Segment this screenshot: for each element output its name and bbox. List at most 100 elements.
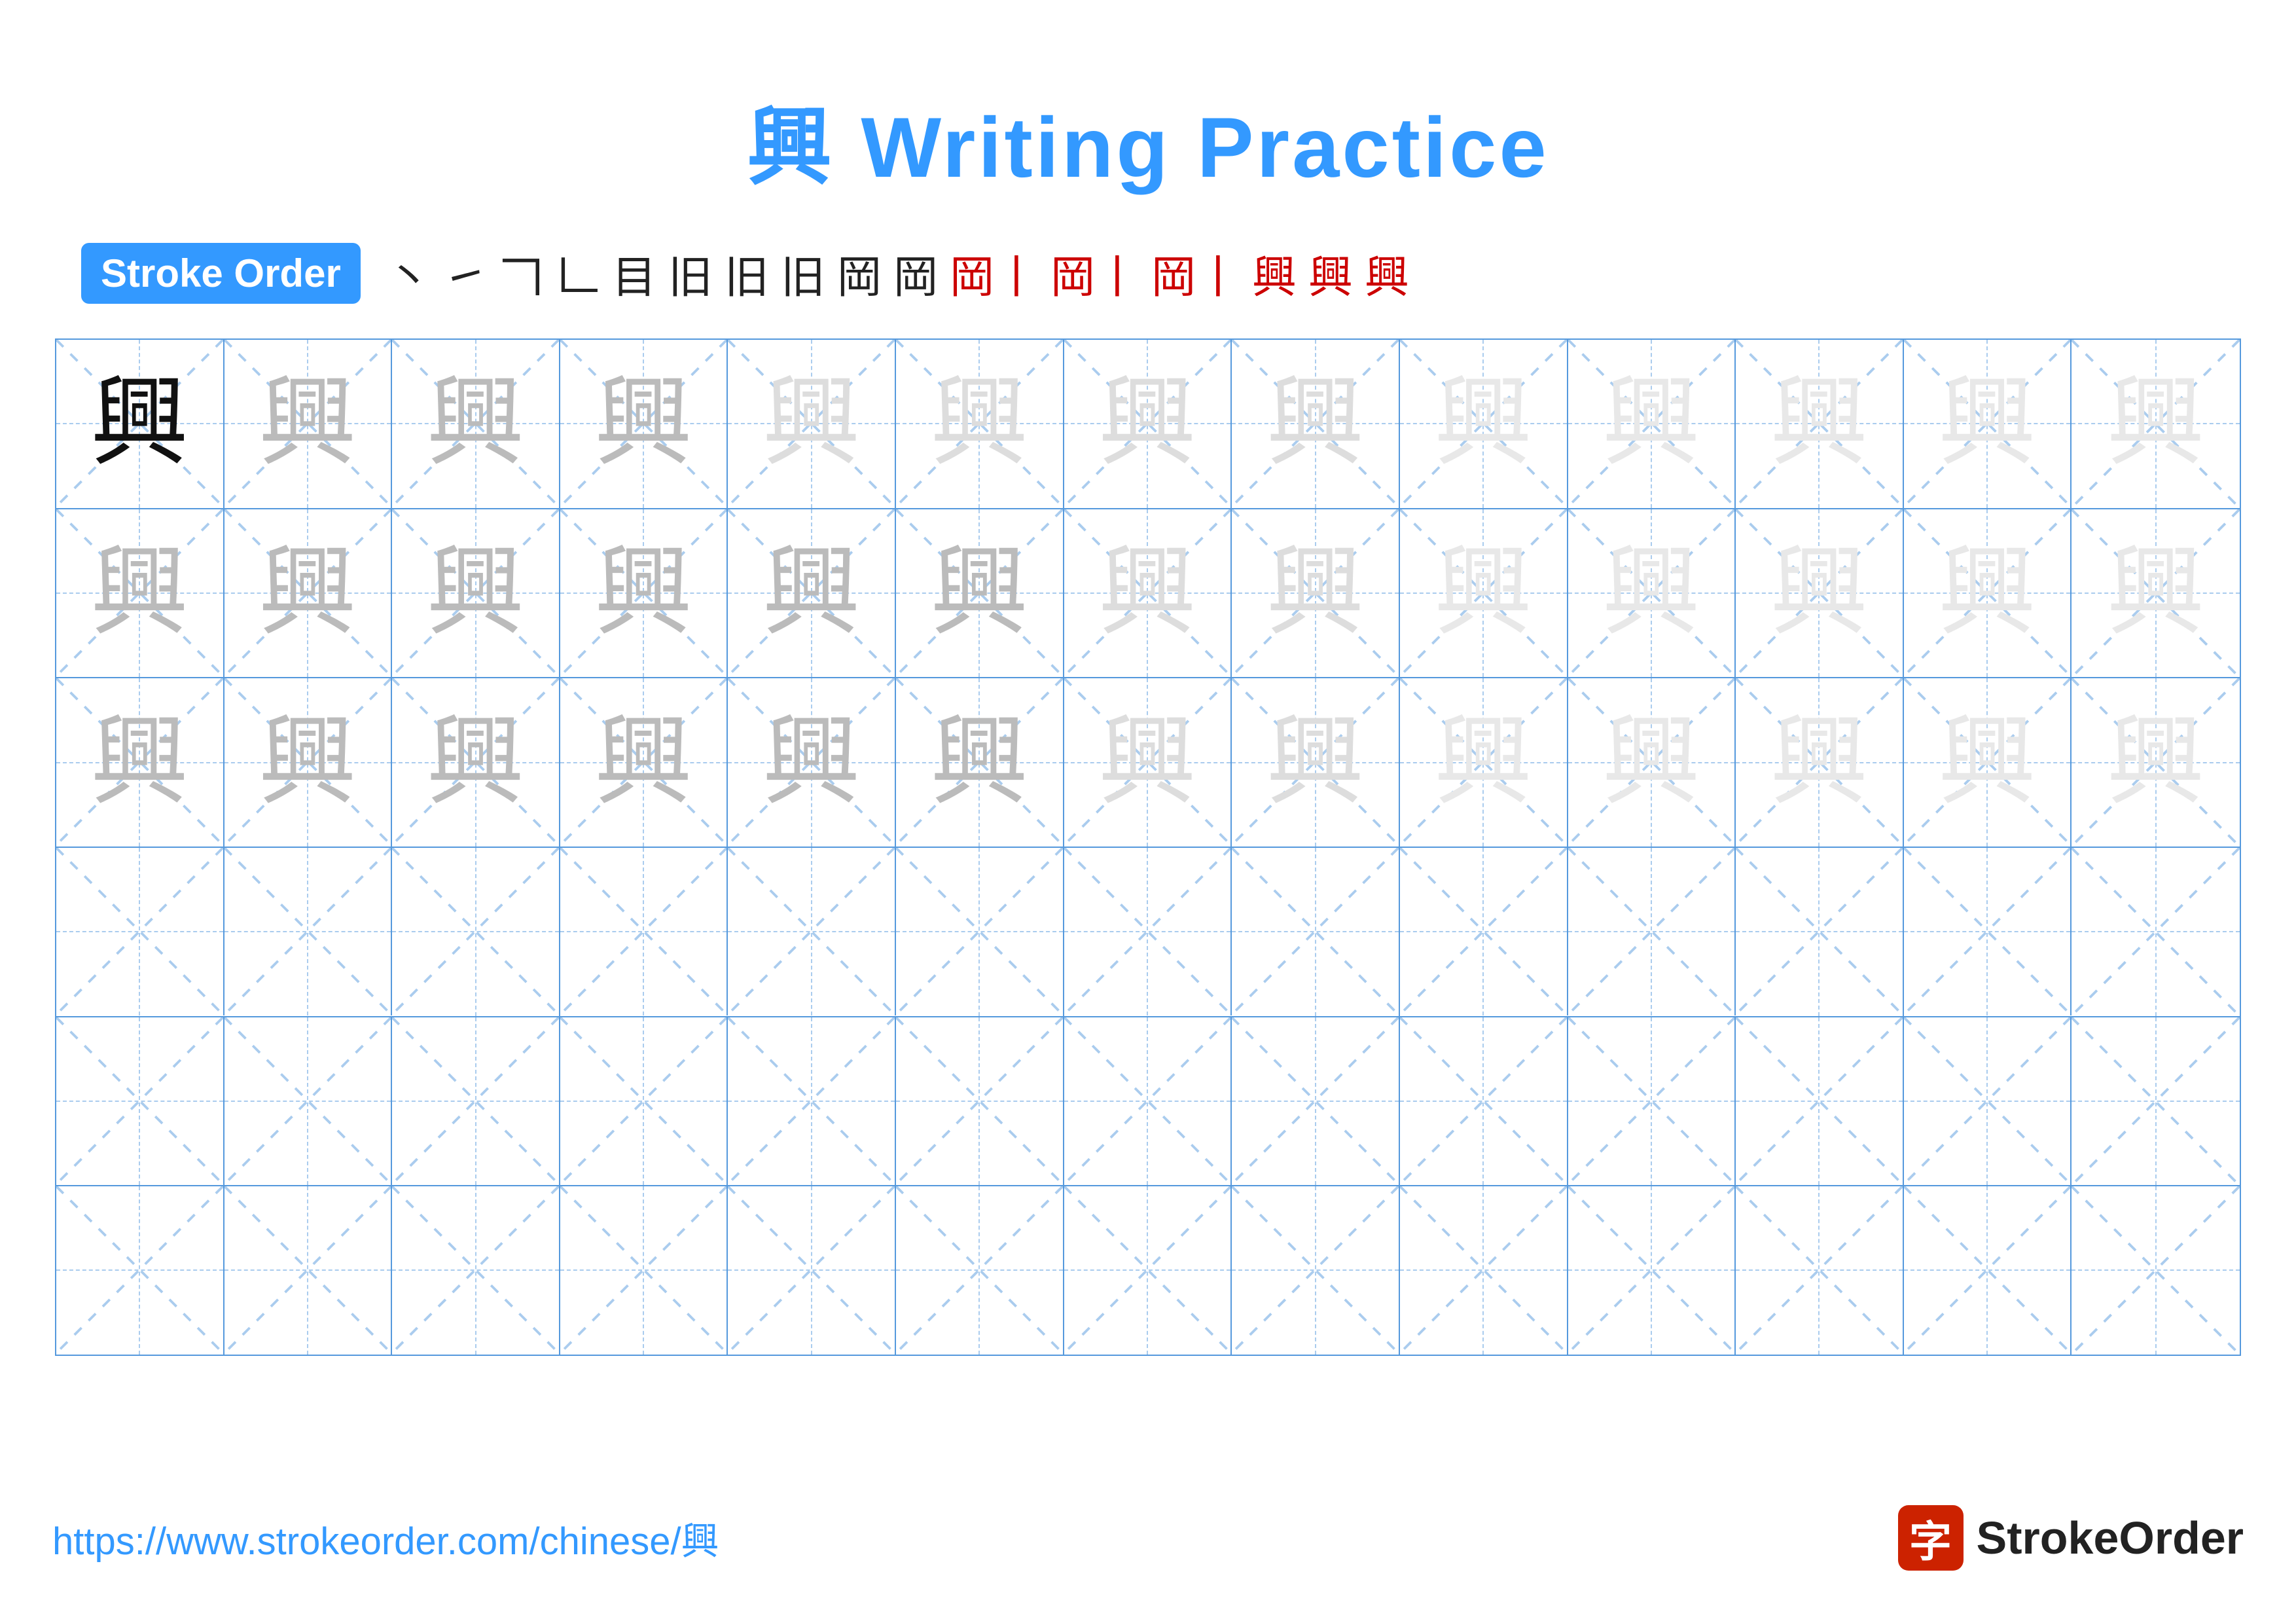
grid-cell[interactable] <box>1736 1186 1904 1355</box>
grid-cell[interactable] <box>224 1186 393 1355</box>
grid-cell[interactable]: 興 <box>1064 340 1232 508</box>
practice-char: 興 <box>594 544 692 642</box>
grid-cell[interactable] <box>224 848 393 1016</box>
grid-cell[interactable] <box>1064 1186 1232 1355</box>
grid-cell[interactable] <box>2072 1017 2240 1186</box>
grid-cell[interactable] <box>1232 1017 1400 1186</box>
stroke-step-8: 旧 <box>781 241 825 306</box>
stroke-step-2: ㇀ <box>443 241 488 306</box>
grid-cell[interactable] <box>56 1186 224 1355</box>
grid-cell[interactable]: 興 <box>392 509 560 678</box>
practice-char: 興 <box>1098 374 1196 473</box>
grid-cell[interactable]: 興 <box>1232 509 1400 678</box>
practice-char: 興 <box>1770 714 1868 812</box>
grid-cell[interactable]: 興 <box>56 509 224 678</box>
logo-text: StrokeOrder <box>1977 1512 2244 1564</box>
grid-cell[interactable]: 興 <box>560 340 728 508</box>
grid-cell[interactable]: 興 <box>1568 678 1736 847</box>
grid-cell[interactable] <box>1400 1186 1568 1355</box>
grid-cell[interactable]: 興 <box>1736 678 1904 847</box>
grid-cell[interactable] <box>728 1017 896 1186</box>
grid-cell[interactable] <box>392 1017 560 1186</box>
grid-cell[interactable] <box>1736 848 1904 1016</box>
grid-cell[interactable]: 興 <box>1400 340 1568 508</box>
grid-cell[interactable]: 興 <box>1904 340 2072 508</box>
grid-cell[interactable] <box>1232 848 1400 1016</box>
grid-cell[interactable]: 興 <box>1232 678 1400 847</box>
grid-cell[interactable] <box>392 848 560 1016</box>
grid-cell[interactable] <box>56 1017 224 1186</box>
grid-cell[interactable]: 興 <box>1064 678 1232 847</box>
grid-cell[interactable]: 興 <box>1904 678 2072 847</box>
grid-cell[interactable]: 興 <box>224 340 393 508</box>
practice-char: 興 <box>2107 714 2205 812</box>
grid-cell[interactable] <box>392 1186 560 1355</box>
grid-cell[interactable]: 興 <box>2072 340 2240 508</box>
grid-cell[interactable]: 興 <box>1232 340 1400 508</box>
grid-cell[interactable]: 興 <box>392 678 560 847</box>
grid-cell[interactable] <box>1064 848 1232 1016</box>
grid-cell[interactable] <box>224 1017 393 1186</box>
grid-cell[interactable] <box>896 1017 1064 1186</box>
grid-cell[interactable] <box>560 848 728 1016</box>
practice-char: 興 <box>1434 544 1532 642</box>
grid-cell[interactable]: 興 <box>392 340 560 508</box>
footer-url[interactable]: https://www.strokeorder.com/chinese/興 <box>52 1510 719 1565</box>
grid-cell[interactable]: 興 <box>728 678 896 847</box>
grid-cell[interactable]: 興 <box>224 509 393 678</box>
practice-char: 興 <box>259 544 357 642</box>
grid-cell[interactable] <box>1904 1017 2072 1186</box>
grid-cell[interactable] <box>2072 848 2240 1016</box>
grid-cell[interactable] <box>896 848 1064 1016</box>
grid-cell[interactable]: 興 <box>56 678 224 847</box>
practice-char: 興 <box>594 374 692 473</box>
grid-cell[interactable] <box>1568 848 1736 1016</box>
stroke-step-16: 興 <box>1365 241 1409 306</box>
grid-cell[interactable] <box>1568 1186 1736 1355</box>
grid-cell[interactable] <box>896 1186 1064 1355</box>
grid-cell[interactable]: 興 <box>1736 340 1904 508</box>
grid-cell[interactable]: 興 <box>2072 509 2240 678</box>
grid-cell[interactable] <box>2072 1186 2240 1355</box>
stroke-step-6: 旧 <box>668 241 713 306</box>
grid-cell[interactable]: 興 <box>1400 509 1568 678</box>
grid-cell[interactable] <box>1736 1017 1904 1186</box>
grid-cell[interactable]: 興 <box>1736 509 1904 678</box>
grid-cell[interactable] <box>728 1186 896 1355</box>
practice-char: 興 <box>1602 544 1700 642</box>
grid-cell[interactable]: 興 <box>896 678 1064 847</box>
practice-char: 興 <box>1938 714 2036 812</box>
grid-cell[interactable]: 興 <box>728 509 896 678</box>
grid-cell[interactable] <box>1568 1017 1736 1186</box>
grid-cell[interactable]: 興 <box>560 678 728 847</box>
practice-char: 興 <box>930 544 1028 642</box>
grid-row-2: 興 興 興 興 興 興 興 <box>56 509 2240 679</box>
grid-cell[interactable]: 興 <box>896 509 1064 678</box>
practice-char: 興 <box>594 714 692 812</box>
grid-cell[interactable]: 興 <box>1568 509 1736 678</box>
grid-cell[interactable]: 興 <box>1568 340 1736 508</box>
grid-cell[interactable]: 興 <box>2072 678 2240 847</box>
grid-cell[interactable] <box>1904 848 2072 1016</box>
grid-cell[interactable] <box>1904 1186 2072 1355</box>
grid-cell[interactable] <box>56 848 224 1016</box>
practice-char: 興 <box>427 714 525 812</box>
grid-cell[interactable]: 興 <box>1904 509 2072 678</box>
grid-cell[interactable] <box>1400 848 1568 1016</box>
grid-cell[interactable]: 興 <box>56 340 224 508</box>
grid-cell[interactable]: 興 <box>1400 678 1568 847</box>
grid-cell[interactable]: 興 <box>728 340 896 508</box>
grid-cell[interactable]: 興 <box>224 678 393 847</box>
grid-cell[interactable]: 興 <box>1064 509 1232 678</box>
grid-cell[interactable] <box>1400 1017 1568 1186</box>
stroke-steps: 丶 ㇀ 𠃍 𠃊 目 旧 旧 旧 岡 岡 岡丨 岡丨 岡丨 興 興 興 <box>387 241 2267 306</box>
grid-cell[interactable] <box>560 1017 728 1186</box>
grid-cell[interactable]: 興 <box>560 509 728 678</box>
stroke-step-5: 目 <box>612 241 656 306</box>
grid-cell[interactable] <box>728 848 896 1016</box>
grid-cell[interactable]: 興 <box>896 340 1064 508</box>
grid-cell[interactable] <box>1064 1017 1232 1186</box>
grid-cell[interactable] <box>1232 1186 1400 1355</box>
grid-cell[interactable] <box>560 1186 728 1355</box>
practice-char: 興 <box>427 374 525 473</box>
